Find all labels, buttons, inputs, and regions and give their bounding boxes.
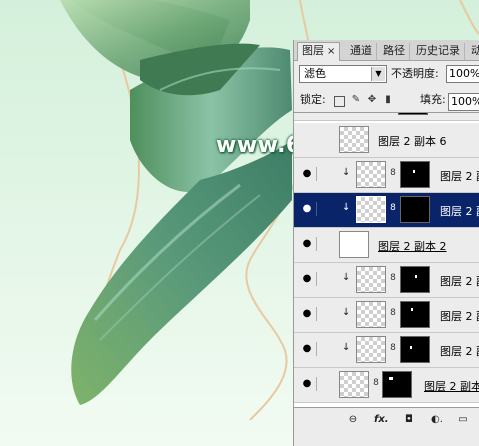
eye-icon[interactable]: ● (298, 342, 317, 356)
tab-paths-label: 路径 (383, 44, 405, 57)
tab-actions[interactable]: 动 (467, 43, 479, 60)
layer-thumbnail[interactable] (356, 301, 386, 328)
lock-row: 锁定: ✎ ✥ ▮ 填充: 100% (300, 92, 479, 112)
layer-thumbnail[interactable] (356, 161, 386, 188)
mask-add-icon[interactable]: ◘ (402, 413, 416, 427)
layer-mask-thumbnail[interactable] (398, 113, 428, 115)
layer-thumbnail[interactable] (356, 196, 386, 223)
layer-partial-top[interactable] (294, 113, 479, 121)
link-icon[interactable]: ⊖ (346, 413, 360, 427)
eye-icon[interactable]: ● (298, 377, 317, 391)
opacity-field[interactable]: 100% (446, 65, 479, 83)
tab-layers-label: 图层 (302, 44, 324, 57)
fill-label: 填充: (420, 93, 446, 106)
layer-row-0[interactable]: 图层 2 副本 6 (294, 123, 479, 158)
layers-list: 图层 2 副本 6 ● ↓ 8 图层 2 副 ● ↓ 8 图层 2 副 ● 图层… (294, 112, 479, 408)
tab-channels[interactable]: 通道 (346, 43, 377, 60)
layer-name[interactable]: 图层 2 副 (440, 343, 479, 359)
layer-mask-thumbnail[interactable] (400, 196, 430, 223)
blend-mode-select[interactable]: 滤色 ▼ (299, 65, 387, 83)
lock-label: 锁定: (300, 93, 326, 106)
clip-arrow-icon: ↓ (342, 307, 351, 318)
folder-icon[interactable]: ▭ (456, 413, 470, 427)
fx-icon[interactable]: fx. (374, 413, 389, 427)
layer-thumbnail[interactable] (356, 336, 386, 363)
opacity-label: 不透明度: (391, 67, 439, 80)
layers-panel: 图层 × 通道 路径 历史记录 动 滤色 ▼ 不透明度: 100% 锁定: ✎ ✥… (293, 40, 479, 446)
layer-row-2-selected[interactable]: ● ↓ 8 图层 2 副 (294, 193, 479, 228)
layer-row-1[interactable]: ● ↓ 8 图层 2 副 (294, 158, 479, 193)
chain-icon[interactable]: 8 (389, 273, 397, 283)
lock-all-icon[interactable]: ▮ (382, 94, 394, 106)
eye-icon[interactable]: ● (298, 272, 317, 286)
eye-icon[interactable]: ● (298, 167, 317, 181)
chain-icon[interactable]: 8 (389, 343, 397, 353)
eye-icon[interactable]: ● (298, 307, 317, 321)
panel-tabs: 图层 × 通道 路径 历史记录 动 (294, 40, 479, 61)
lock-move-icon[interactable]: ✥ (366, 94, 378, 106)
layer-mask-thumbnail[interactable] (382, 371, 412, 398)
layer-mask-thumbnail[interactable] (400, 266, 430, 293)
tab-layers[interactable]: 图层 × (297, 42, 341, 61)
layer-thumbnail[interactable] (339, 231, 369, 258)
layer-name[interactable]: 图层 2 副本 (424, 378, 479, 394)
tab-close-icon[interactable]: × (327, 46, 335, 57)
layer-name[interactable]: 图层 2 副本 6 (378, 133, 447, 149)
tab-history[interactable]: 历史记录 (412, 43, 465, 60)
layer-name[interactable]: 图层 2 副 (440, 168, 479, 184)
layer-name[interactable]: 图层 2 副本 2 (378, 238, 447, 254)
layer-mask-thumbnail[interactable] (400, 301, 430, 328)
clip-arrow-icon: ↓ (342, 342, 351, 353)
tab-actions-label: 动 (471, 44, 479, 57)
layer-row-6[interactable]: ● ↓ 8 图层 2 副 (294, 333, 479, 368)
layer-row-5[interactable]: ● ↓ 8 图层 2 副 (294, 298, 479, 333)
chain-icon[interactable]: 8 (389, 308, 397, 318)
layer-thumbnail[interactable] (339, 126, 369, 153)
chain-icon[interactable]: 8 (389, 168, 397, 178)
fill-field[interactable]: 100% (448, 93, 479, 111)
adjustment-icon[interactable]: ◐. (430, 413, 444, 427)
layer-name[interactable]: 图层 2 副 (440, 308, 479, 324)
layer-thumbnail[interactable] (339, 371, 369, 398)
tab-channels-label: 通道 (350, 44, 372, 57)
layer-mask-thumbnail[interactable] (400, 161, 430, 188)
layer-name[interactable]: 图层 2 副 (440, 203, 479, 219)
eye-icon[interactable]: ● (298, 202, 317, 216)
tab-paths[interactable]: 路径 (379, 43, 410, 60)
layer-row-7[interactable]: ● 8 图层 2 副本 (294, 368, 479, 403)
panel-bottom-bar: ⊖ fx. ◘ ◐. ▭ (294, 407, 479, 446)
layer-thumbnail[interactable] (356, 266, 386, 293)
lock-brush-icon[interactable]: ✎ (350, 94, 362, 106)
clip-arrow-icon: ↓ (342, 272, 351, 283)
tab-history-label: 历史记录 (416, 44, 460, 57)
blend-mode-value: 滤色 (304, 67, 326, 80)
layer-row-3[interactable]: ● 图层 2 副本 2 (294, 228, 479, 263)
lock-transparency-icon[interactable] (334, 96, 345, 107)
chevron-down-icon[interactable]: ▼ (371, 67, 385, 81)
chain-icon[interactable]: 8 (372, 378, 380, 388)
blend-row: 滤色 ▼ 不透明度: 100% (299, 65, 479, 85)
layer-name[interactable]: 图层 2 副 (440, 273, 479, 289)
layer-row-4[interactable]: ● ↓ 8 图层 2 副 (294, 263, 479, 298)
clip-arrow-icon: ↓ (342, 202, 351, 213)
eye-icon[interactable]: ● (298, 237, 317, 251)
layer-mask-thumbnail[interactable] (400, 336, 430, 363)
chain-icon[interactable]: 8 (389, 203, 397, 213)
clip-arrow-icon: ↓ (342, 167, 351, 178)
